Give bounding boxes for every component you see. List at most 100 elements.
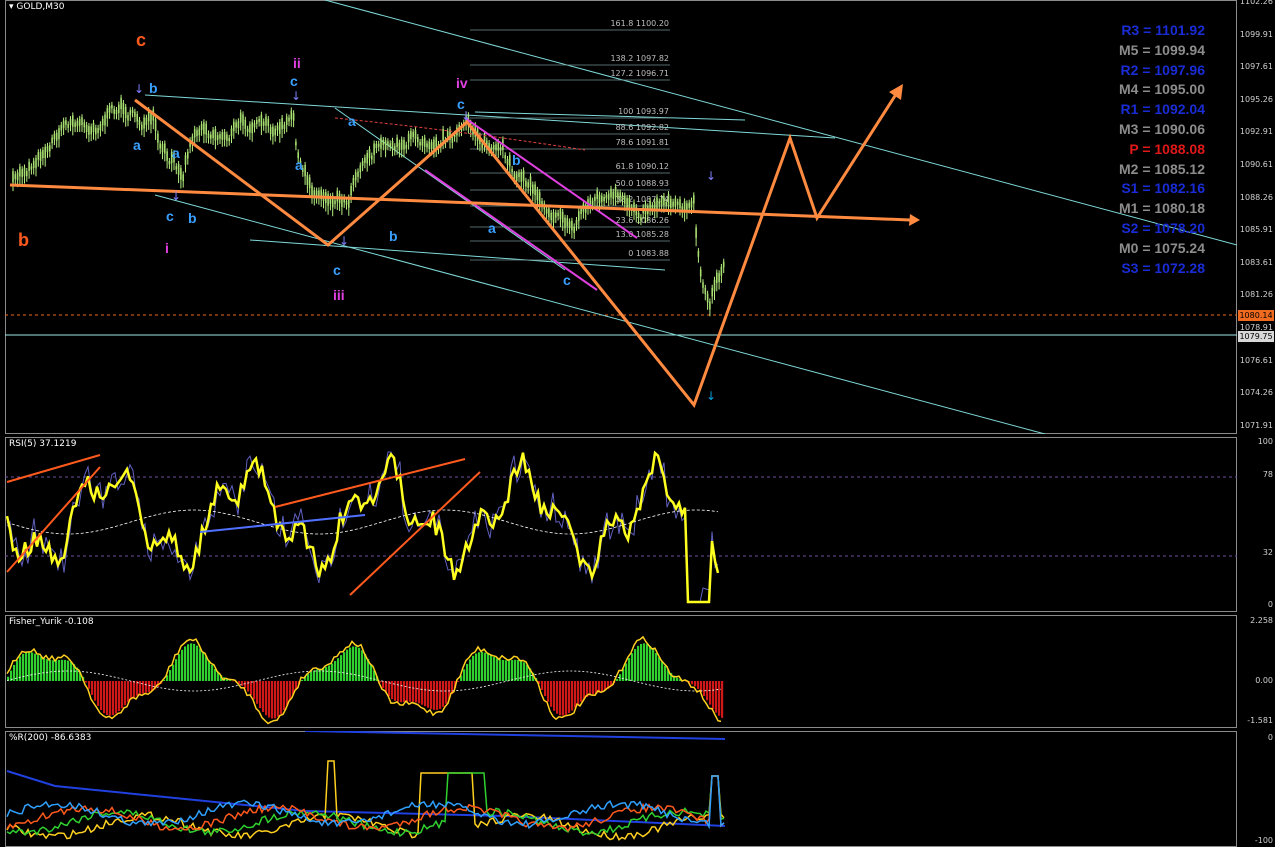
candle-body: [442, 129, 444, 141]
candle-body: [35, 158, 37, 168]
fisher-histogram-bar: [271, 681, 273, 719]
fisher-histogram-bar: [697, 681, 699, 689]
fisher-histogram-bar: [556, 681, 558, 714]
fisher-histogram-bar: [265, 681, 267, 715]
candle-body: [422, 139, 424, 146]
pivot-level-label: M0 = 1075.24: [1119, 240, 1205, 256]
candle-body: [532, 185, 534, 194]
candle-body: [169, 161, 171, 164]
candle-body: [350, 186, 352, 195]
candle-body: [215, 129, 217, 141]
candle-body: [307, 175, 309, 185]
fisher-histogram-bar: [85, 681, 87, 683]
fisher-histogram-bar: [571, 681, 573, 711]
candle-body: [624, 196, 626, 204]
candle-body: [573, 226, 575, 232]
candle-body: [721, 267, 723, 276]
wpr-canvas: [5, 731, 1237, 845]
candle-body: [668, 194, 670, 206]
fisher-histogram-bar: [721, 681, 723, 718]
fractal-arrow-icon: ↓: [134, 82, 144, 96]
fractal-arrow-icon: ↓: [706, 169, 716, 183]
candle-body: [369, 149, 371, 158]
candle-body: [435, 137, 437, 148]
fisher-histogram-bar: [436, 681, 438, 710]
fisher-histogram-bar: [691, 681, 693, 684]
fisher-pane[interactable]: Fisher_Yurik -0.108: [5, 615, 1237, 728]
candle-body: [146, 118, 148, 125]
fisher-histogram-bar: [337, 658, 339, 681]
candle-body: [203, 122, 205, 134]
candle-body: [194, 129, 196, 138]
price-axis-label: 1083.61: [1240, 258, 1273, 267]
fisher-histogram-bar: [259, 681, 261, 708]
candle-body: [546, 209, 548, 213]
fisher-histogram-bar: [70, 662, 72, 681]
candle-body: [334, 200, 336, 204]
fisher-histogram-bar: [541, 681, 543, 690]
wpr-pane[interactable]: %R(200) -86.6383: [5, 731, 1237, 845]
candle-body: [380, 138, 382, 149]
candle-body: [233, 122, 235, 132]
candle-body: [656, 197, 658, 209]
elliott-wave-label: a: [488, 220, 496, 236]
candle-body: [360, 165, 362, 172]
candle-body: [401, 139, 403, 149]
candle-body: [159, 143, 161, 148]
trend-channel-line: [250, 240, 665, 270]
fisher-histogram-bar: [94, 681, 96, 701]
elliott-wave-label: b: [149, 80, 158, 96]
rsi-ma-line: [7, 510, 718, 534]
fisher-histogram-bar: [64, 660, 66, 681]
pivot-level-label: M2 = 1085.12: [1119, 161, 1205, 177]
fisher-histogram-bar: [676, 678, 678, 681]
fisher-histogram-bar: [205, 656, 207, 681]
wpr-trend-line: [7, 771, 725, 826]
candle-body: [408, 134, 410, 143]
fisher-histogram-bar: [589, 681, 591, 695]
candle-body: [672, 202, 674, 207]
candle-body: [240, 113, 242, 123]
fisher-histogram-bar: [61, 660, 63, 681]
elliott-wave-label: ii: [293, 55, 301, 71]
fisher-histogram-bar: [58, 660, 60, 681]
candle-body: [548, 208, 550, 217]
candle-body: [70, 119, 72, 125]
candle-body: [626, 198, 628, 208]
fisher-histogram-bar: [523, 662, 525, 681]
fisher-histogram-bar: [475, 653, 477, 681]
rsi-pane[interactable]: RSI(5) 37.1219: [5, 437, 1237, 612]
fisher-histogram-bar: [499, 659, 501, 681]
elliott-wave-label: b: [18, 230, 29, 251]
candle-body: [419, 142, 421, 145]
wpr-axis-label: 0: [1268, 733, 1273, 742]
candle-body: [599, 194, 601, 203]
candle-body: [17, 172, 19, 180]
fractal-arrow-icon: ↓: [171, 189, 181, 203]
fisher-histogram-bar: [625, 663, 627, 681]
price-tag: 1080.14: [1238, 310, 1274, 321]
candle-body: [113, 109, 115, 114]
candle-body: [555, 213, 557, 218]
fisher-histogram-bar: [412, 681, 414, 702]
candle-body: [357, 171, 359, 176]
fisher-histogram-bar: [508, 660, 510, 681]
fisher-histogram-bar: [634, 649, 636, 681]
candle-body: [578, 211, 580, 221]
candle-body: [617, 192, 619, 198]
pivot-level-label: R3 = 1101.92: [1121, 22, 1205, 38]
fib-level-label: 0 1083.88: [628, 249, 669, 258]
fisher-histogram-bar: [109, 681, 111, 716]
candle-body: [268, 119, 270, 126]
candle-body: [288, 118, 290, 122]
candle-body: [366, 153, 368, 163]
candle-body: [663, 196, 665, 205]
fisher-histogram-bar: [229, 680, 231, 681]
candle-body: [67, 124, 69, 127]
fisher-histogram-bar: [100, 681, 102, 710]
candle-body: [224, 132, 226, 140]
fisher-histogram-bar: [286, 681, 288, 705]
fisher-histogram-bar: [355, 647, 357, 681]
candle-body: [569, 221, 571, 227]
candle-body: [281, 118, 283, 129]
